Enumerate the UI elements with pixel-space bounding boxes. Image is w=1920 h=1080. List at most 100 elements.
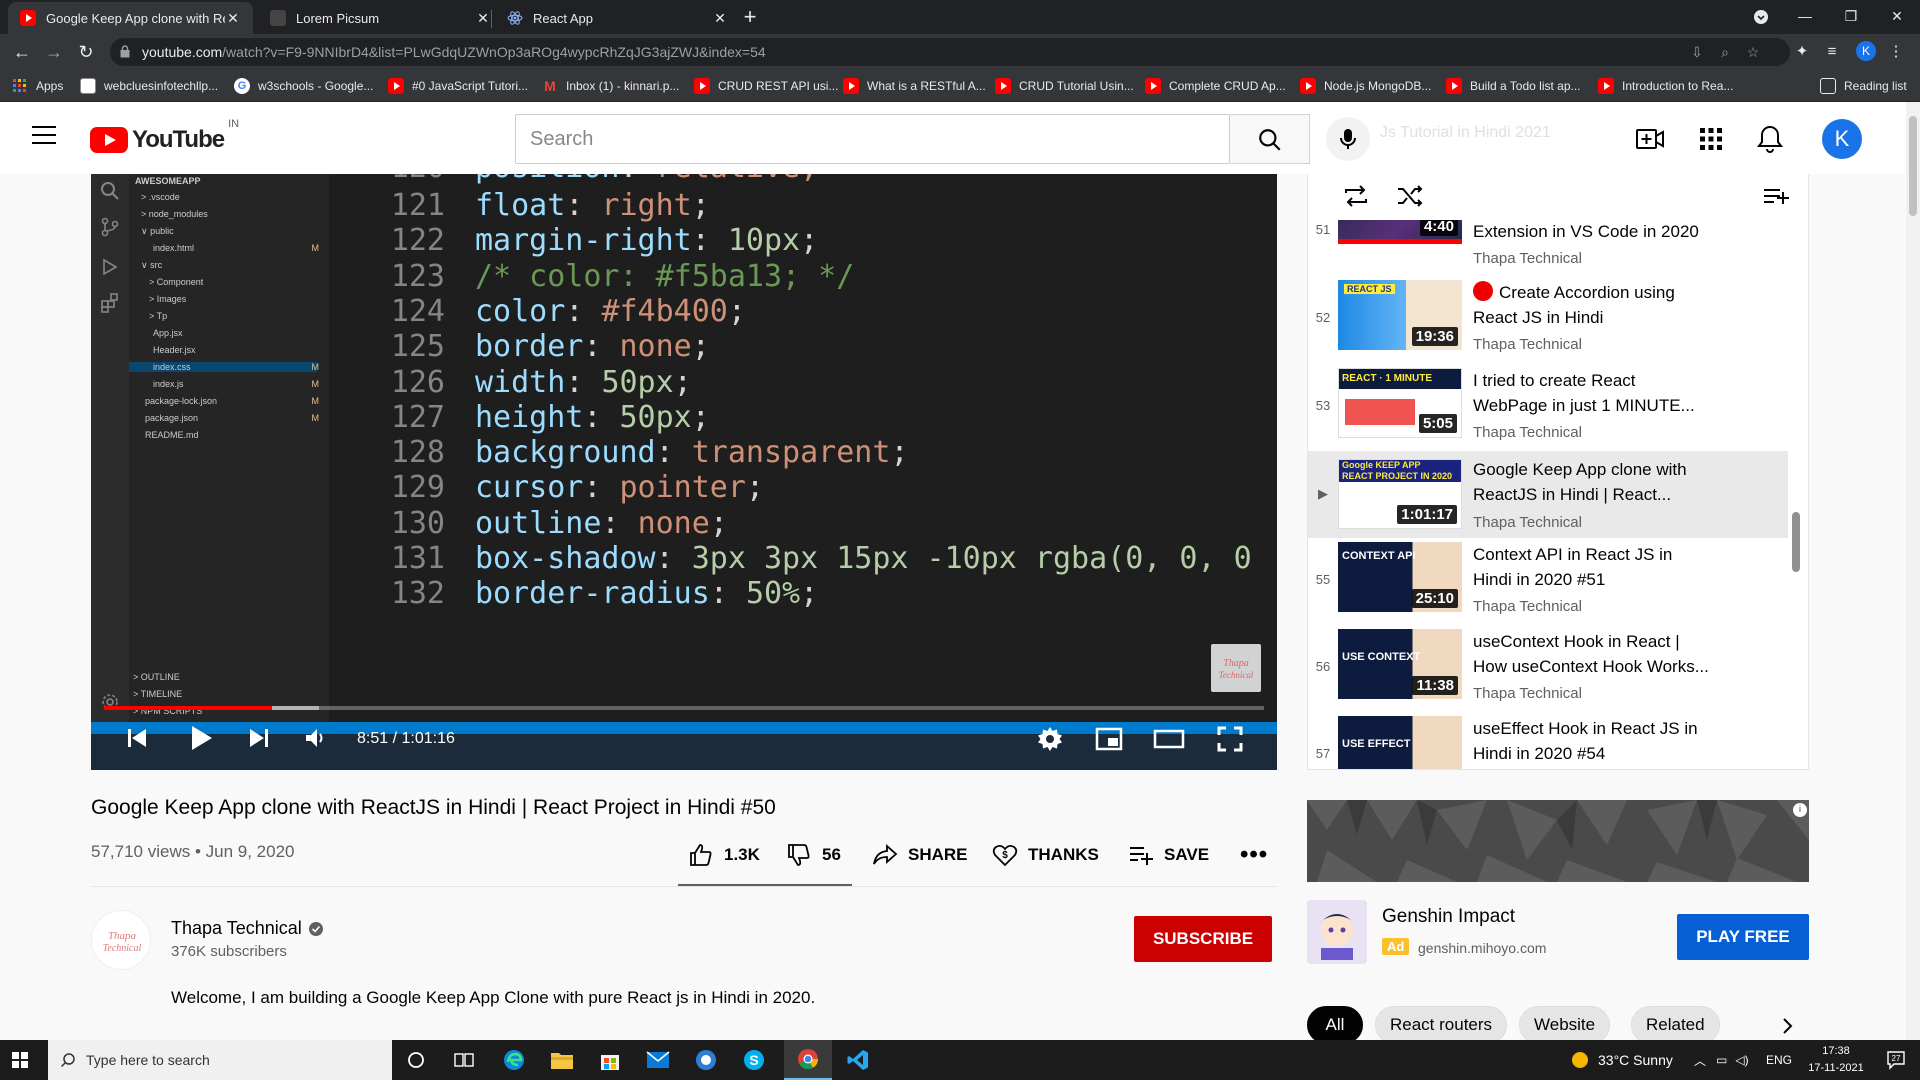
new-tab-button[interactable]: + xyxy=(736,4,764,32)
share-button[interactable]: SHARE xyxy=(872,840,968,870)
extensions-puzzle-icon[interactable]: ✦ xyxy=(1792,42,1812,62)
more-actions-button[interactable]: ••• xyxy=(1240,840,1268,870)
playlist-item[interactable]: 56 USE CONTEXT 11:38 useContext Hook in … xyxy=(1308,629,1788,716)
ad-app-icon[interactable] xyxy=(1307,900,1367,964)
media-control-icon[interactable]: ≡ xyxy=(1822,42,1842,62)
minimize-button[interactable]: — xyxy=(1782,0,1828,34)
vscode-icon[interactable] xyxy=(834,1040,882,1080)
volume-icon[interactable] xyxy=(303,726,327,750)
bookmark-item[interactable]: M Inbox (1) - kinnari.p... xyxy=(542,70,679,102)
dislike-button[interactable]: 56 xyxy=(786,840,841,870)
tab-youtube[interactable]: Google Keep App clone with Rea ✕ xyxy=(8,2,253,34)
skype-icon[interactable]: S xyxy=(730,1040,778,1080)
fullscreen-icon[interactable] xyxy=(1217,726,1243,752)
playlist-item[interactable]: 53 REACT · 1 MINUTE 5:05 I tried to crea… xyxy=(1308,368,1788,455)
chevron-right-icon[interactable] xyxy=(1777,1016,1797,1036)
close-icon[interactable]: ✕ xyxy=(712,10,728,27)
search-input[interactable] xyxy=(516,115,1231,163)
close-window-button[interactable]: ✕ xyxy=(1874,0,1920,34)
page-scrollbar-thumb[interactable] xyxy=(1909,116,1917,216)
next-icon[interactable] xyxy=(247,726,271,750)
bookmark-item[interactable]: webcluesinfotechllp... xyxy=(80,70,218,102)
chevron-up-icon[interactable]: ︿ xyxy=(1694,1052,1706,1069)
volume-icon[interactable]: ◁) xyxy=(1735,1053,1748,1067)
windows-start-icon[interactable] xyxy=(12,1052,28,1068)
chrome-menu-icon[interactable]: ⋮ xyxy=(1886,42,1906,62)
previous-icon[interactable] xyxy=(125,726,149,750)
edge-icon[interactable] xyxy=(490,1040,538,1080)
ad-info-icon[interactable]: i xyxy=(1793,803,1807,817)
page-scrollbar[interactable] xyxy=(1906,102,1920,1040)
playlist-menu-icon[interactable] xyxy=(1762,184,1790,208)
bell-icon[interactable] xyxy=(1755,124,1785,154)
voice-search-button[interactable] xyxy=(1326,117,1370,161)
account-avatar[interactable]: K xyxy=(1822,119,1862,159)
play-free-button[interactable]: PLAY FREE xyxy=(1677,914,1809,960)
back-button[interactable]: ← xyxy=(10,40,34,64)
chip-all[interactable]: All xyxy=(1307,1006,1363,1044)
close-icon[interactable]: ✕ xyxy=(225,10,241,27)
playlist-item[interactable]: 52 REACT JS 19:36 Create Accordion using… xyxy=(1308,280,1788,367)
ad-banner[interactable] xyxy=(1307,800,1809,882)
tab-search-button[interactable] xyxy=(1738,0,1784,34)
close-icon[interactable]: ✕ xyxy=(475,10,491,27)
mail-icon[interactable] xyxy=(634,1040,682,1080)
task-view-icon[interactable] xyxy=(440,1040,488,1080)
chrome-icon[interactable] xyxy=(784,1040,832,1080)
clock[interactable]: 17:38 17-11-2021 xyxy=(1796,1043,1876,1077)
forward-button[interactable]: → xyxy=(42,40,66,64)
bookmark-item[interactable]: CRUD REST API usi... xyxy=(694,70,838,102)
file-explorer-icon[interactable] xyxy=(538,1040,586,1080)
tab-react-app[interactable]: React App ✕ xyxy=(495,2,740,34)
video-player[interactable]: AWESOMEAPP > .vscode > node_modules ∨ pu… xyxy=(91,174,1277,770)
taskbar-search-input[interactable] xyxy=(86,1052,366,1068)
cortana-icon[interactable] xyxy=(392,1040,440,1080)
search-button[interactable] xyxy=(1230,114,1310,164)
shuffle-icon[interactable] xyxy=(1396,184,1424,208)
apps-grid-icon[interactable] xyxy=(1696,124,1726,154)
bookmark-apps[interactable]: Apps xyxy=(12,70,63,102)
subscribe-button[interactable]: SUBSCRIBE xyxy=(1134,916,1272,962)
zoom-icon[interactable]: ⌕ xyxy=(1716,43,1734,61)
playlist-item[interactable]: 55 CONTEXT API 25:10 Context API in Reac… xyxy=(1308,542,1788,629)
theater-mode-icon[interactable] xyxy=(1153,728,1185,750)
network-icon[interactable]: ▭ xyxy=(1716,1053,1727,1067)
settings-gear-icon[interactable] xyxy=(1037,726,1063,752)
taskbar-search[interactable] xyxy=(48,1040,392,1080)
store-icon[interactable] xyxy=(586,1040,634,1080)
menu-icon[interactable] xyxy=(32,126,56,146)
playlist-scrollbar[interactable] xyxy=(1792,512,1800,572)
chip-website[interactable]: Website xyxy=(1519,1006,1611,1044)
bookmark-item[interactable]: CRUD Tutorial Usin... xyxy=(995,70,1134,102)
notification-center-icon[interactable]: 27 xyxy=(1886,1050,1906,1070)
bookmark-item[interactable]: G w3schools - Google... xyxy=(234,70,373,102)
like-button[interactable]: 1.3K xyxy=(688,840,760,870)
tab-lorem-picsum[interactable]: Lorem Picsum ✕ xyxy=(258,2,503,34)
bookmark-item[interactable]: What is a RESTful A... xyxy=(843,70,986,102)
save-button[interactable]: SAVE xyxy=(1128,840,1209,870)
youtube-logo[interactable]: YouTube IN xyxy=(90,118,239,154)
thanks-button[interactable]: $ THANKS xyxy=(992,840,1099,870)
language-indicator[interactable]: ENG xyxy=(1766,1040,1792,1080)
loop-icon[interactable] xyxy=(1342,184,1370,208)
channel-name-row[interactable]: Thapa Technical xyxy=(171,918,324,939)
weather-widget[interactable]: 33°C Sunny xyxy=(1570,1040,1673,1080)
bookmark-item[interactable]: Node.js MongoDB... xyxy=(1300,70,1431,102)
bookmark-item[interactable]: Build a Todo list ap... xyxy=(1446,70,1581,102)
play-icon[interactable] xyxy=(187,724,215,752)
omnibox[interactable]: youtube.com/watch?v=F9-9NNIbrD4&list=PLw… xyxy=(110,38,1790,66)
channel-avatar[interactable]: Thapa Technical xyxy=(91,910,151,970)
reading-list[interactable]: Reading list xyxy=(1820,70,1907,102)
app-icon[interactable] xyxy=(682,1040,730,1080)
bookmark-item[interactable]: #0 JavaScript Tutori... xyxy=(388,70,528,102)
bookmark-item[interactable]: Complete CRUD Ap... xyxy=(1145,70,1286,102)
chip-related[interactable]: Related xyxy=(1631,1006,1720,1044)
reload-button[interactable]: ↻ xyxy=(74,40,98,64)
maximize-button[interactable]: ❐ xyxy=(1828,0,1874,34)
playlist-item[interactable]: 57 USE EFFECT useEffect Hook in React JS… xyxy=(1308,716,1788,769)
playlist-item-current[interactable]: ▶ Google KEEP APP REACT PROJECT IN 2020 1… xyxy=(1308,451,1788,538)
ad-title[interactable]: Genshin Impact xyxy=(1382,906,1515,928)
progress-bar[interactable] xyxy=(104,706,1264,710)
channel-watermark[interactable]: Thapa Technical xyxy=(1211,644,1261,692)
chip-react-routers[interactable]: React routers xyxy=(1375,1006,1508,1044)
